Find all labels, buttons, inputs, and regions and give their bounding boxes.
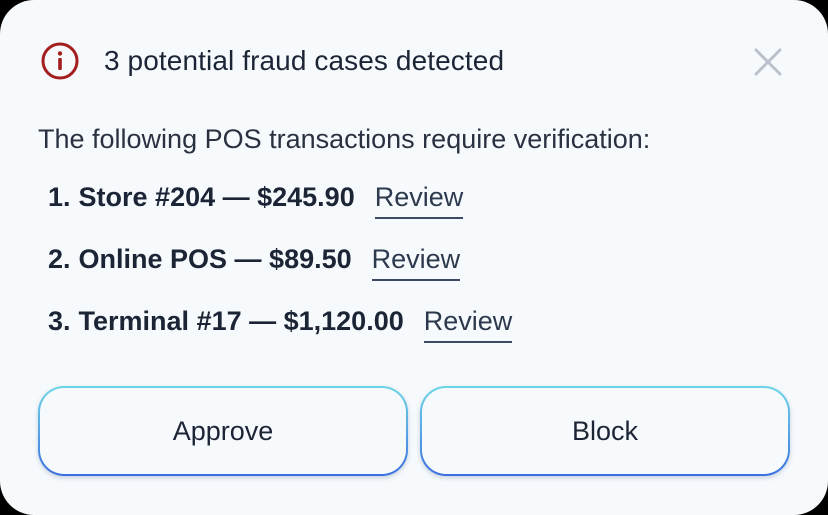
transaction-number: 2. xyxy=(48,244,71,274)
review-link[interactable]: Review xyxy=(374,182,464,219)
transaction-item: 3. Terminal #17 — $1,120.00 Review xyxy=(48,306,513,368)
transaction-number: 1. xyxy=(48,182,71,212)
transaction-description: Terminal #17 — $1,120.00 xyxy=(78,306,404,336)
dialog-header: 3 potential fraud cases detected xyxy=(40,40,504,82)
transaction-description: Store #204 — $245.90 xyxy=(78,182,355,212)
transaction-item: 2. Online POS — $89.50 Review xyxy=(48,244,512,306)
transaction-item: 1. Store #204 — $245.90 Review xyxy=(48,182,512,244)
dialog-intro-text: The following POS transactions require v… xyxy=(38,124,651,154)
block-button[interactable]: Block xyxy=(420,386,790,476)
approve-button[interactable]: Approve xyxy=(38,386,408,476)
transaction-number: 3. xyxy=(48,306,71,336)
fraud-alert-dialog: 3 potential fraud cases detected The fol… xyxy=(0,0,828,515)
info-circle-icon xyxy=(41,42,79,80)
review-link[interactable]: Review xyxy=(371,244,461,281)
transaction-description: Online POS — $89.50 xyxy=(78,244,352,274)
close-icon[interactable] xyxy=(752,46,784,78)
review-link[interactable]: Review xyxy=(423,306,513,343)
dialog-title: 3 potential fraud cases detected xyxy=(104,45,505,76)
transaction-list: 1. Store #204 — $245.90 Review 2. Online… xyxy=(48,182,513,368)
